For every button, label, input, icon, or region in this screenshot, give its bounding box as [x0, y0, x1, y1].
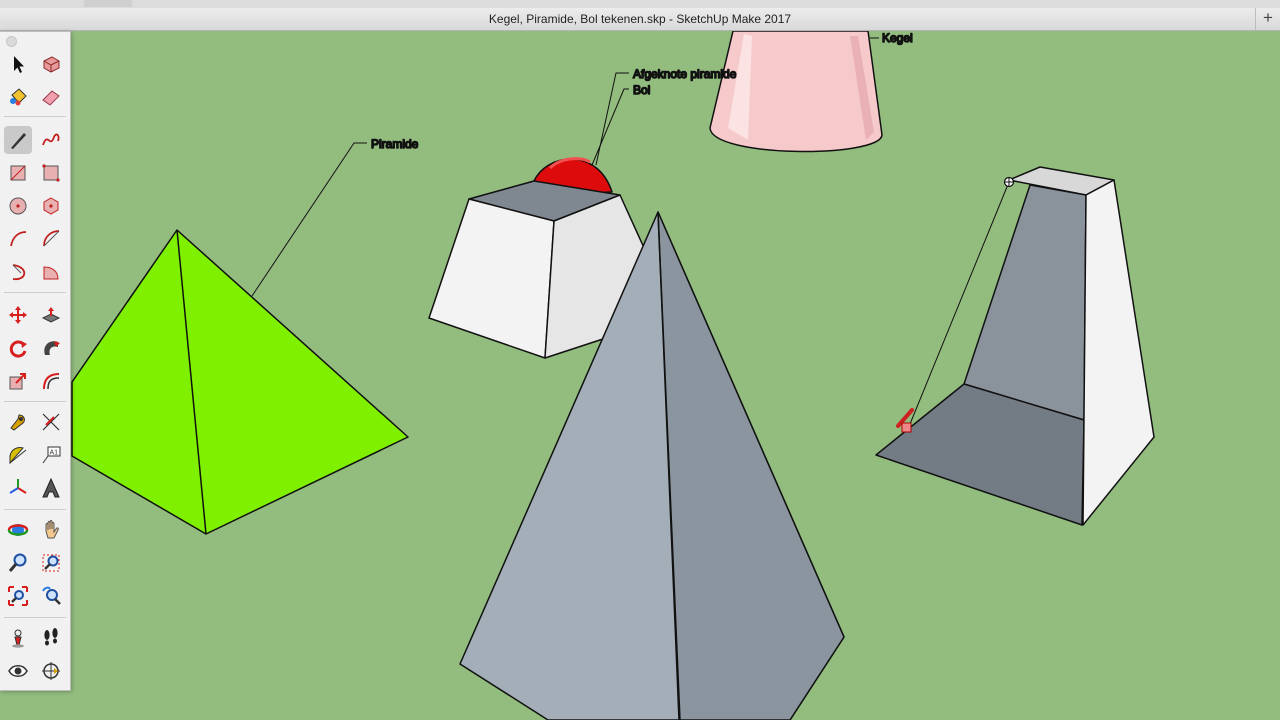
tape-measure-tool[interactable] — [4, 408, 32, 436]
component-icon — [43, 56, 60, 73]
circle-tool[interactable] — [4, 192, 32, 220]
label-afgeknote-piramide[interactable]: Afgeknote piramide — [632, 66, 737, 82]
paint-bucket-tool[interactable] — [4, 83, 32, 111]
scale-icon — [9, 373, 26, 390]
move-tool[interactable] — [4, 301, 32, 329]
pencil-cursor — [896, 408, 914, 433]
rotated-rectangle-icon — [42, 164, 60, 182]
line-tool[interactable] — [4, 126, 32, 154]
look-around-tool[interactable] — [4, 657, 32, 685]
orbit-tool[interactable] — [4, 516, 32, 544]
pencil-icon — [11, 133, 26, 149]
window-tab[interactable] — [84, 0, 132, 7]
zoom-extents-icon — [8, 586, 28, 606]
dimension-icon — [42, 413, 60, 431]
offset-icon — [43, 373, 60, 390]
polygon-icon — [43, 197, 59, 215]
polygon-tool[interactable] — [37, 192, 65, 220]
footprints-icon — [44, 628, 58, 646]
scale-tool[interactable] — [4, 367, 32, 395]
offset-tool[interactable] — [37, 367, 65, 395]
pie-tool[interactable] — [37, 258, 65, 286]
axes-tool[interactable] — [4, 474, 32, 502]
palette-separator — [4, 292, 66, 293]
rotate-icon — [9, 340, 27, 358]
section-plane-icon — [42, 662, 60, 680]
new-tab-button[interactable]: + — [1255, 8, 1280, 30]
tool-palette: A1 — [0, 31, 71, 691]
move-icon — [9, 306, 27, 324]
make-component-tool[interactable] — [37, 50, 65, 78]
palette-separator — [4, 617, 66, 618]
arc-icon — [10, 231, 27, 247]
pyramid-green[interactable] — [71, 229, 409, 535]
walk-tool[interactable] — [37, 624, 65, 652]
zoom-tool[interactable] — [4, 549, 32, 577]
freehand-tool[interactable] — [37, 126, 65, 154]
label-bol[interactable]: Bol — [632, 82, 651, 98]
three-point-arc-tool[interactable] — [4, 258, 32, 286]
position-camera-icon — [12, 629, 24, 648]
rotate-tool[interactable] — [4, 334, 32, 362]
svg-text:A1: A1 — [50, 450, 59, 457]
text-label-icon: A1 — [42, 446, 61, 464]
label-piramide[interactable]: Piramide — [370, 136, 419, 152]
section-plane-tool[interactable] — [37, 657, 65, 685]
eraser-icon — [42, 90, 60, 106]
zoom-window-tool[interactable] — [37, 549, 65, 577]
zoom-extents-tool[interactable] — [4, 582, 32, 610]
three-point-arc-icon — [12, 264, 26, 280]
protractor-icon — [9, 447, 27, 465]
rectangle-tool[interactable] — [4, 159, 32, 187]
pie-icon — [43, 266, 59, 280]
palette-close-dot[interactable] — [6, 36, 17, 47]
hollow-box-model[interactable] — [875, 166, 1155, 526]
axes-icon — [9, 479, 27, 494]
3d-text-icon — [42, 477, 60, 498]
scene-canvas[interactable]: Piramide Afgeknote piramide Bol Kegel — [0, 31, 1280, 720]
push-pull-icon — [41, 307, 61, 323]
select-tool[interactable] — [4, 50, 32, 78]
follow-me-tool[interactable] — [37, 334, 65, 362]
palette-separator — [4, 116, 66, 117]
eraser-tool[interactable] — [37, 83, 65, 111]
label-kegel[interactable]: Kegel — [881, 31, 913, 46]
hand-icon — [45, 520, 59, 539]
rectangle-icon — [10, 165, 26, 181]
tape-measure-icon — [10, 414, 25, 431]
3d-text-tool[interactable] — [37, 474, 65, 502]
arc-tool[interactable] — [4, 225, 32, 253]
palette-separator — [4, 509, 66, 510]
push-pull-tool[interactable] — [37, 301, 65, 329]
paint-bucket-icon — [10, 88, 27, 106]
title-bar: Kegel, Piramide, Bol tekenen.skp - Sketc… — [0, 8, 1280, 31]
arrow-cursor-icon — [14, 56, 24, 73]
palette-separator — [4, 401, 66, 402]
orbit-icon — [7, 524, 29, 536]
previous-view-tool[interactable] — [37, 582, 65, 610]
window-title: Kegel, Piramide, Bol tekenen.skp - Sketc… — [488, 12, 792, 26]
previous-view-icon — [42, 586, 61, 605]
magnifier-icon — [8, 553, 27, 572]
protractor-tool[interactable] — [4, 441, 32, 469]
follow-me-icon — [44, 341, 60, 355]
position-camera-tool[interactable] — [4, 624, 32, 652]
circle-icon — [9, 197, 27, 215]
freehand-icon — [42, 133, 60, 146]
modeling-viewport[interactable]: Piramide Afgeknote piramide Bol Kegel — [0, 31, 1280, 720]
dimension-tool[interactable] — [37, 408, 65, 436]
two-point-arc-icon — [43, 230, 60, 247]
pan-tool[interactable] — [37, 516, 65, 544]
text-tool[interactable]: A1 — [37, 441, 65, 469]
two-point-arc-tool[interactable] — [37, 225, 65, 253]
zoom-window-icon — [42, 554, 60, 572]
rotated-rectangle-tool[interactable] — [37, 159, 65, 187]
cone-kegel[interactable] — [709, 31, 883, 153]
eye-icon — [8, 665, 28, 677]
